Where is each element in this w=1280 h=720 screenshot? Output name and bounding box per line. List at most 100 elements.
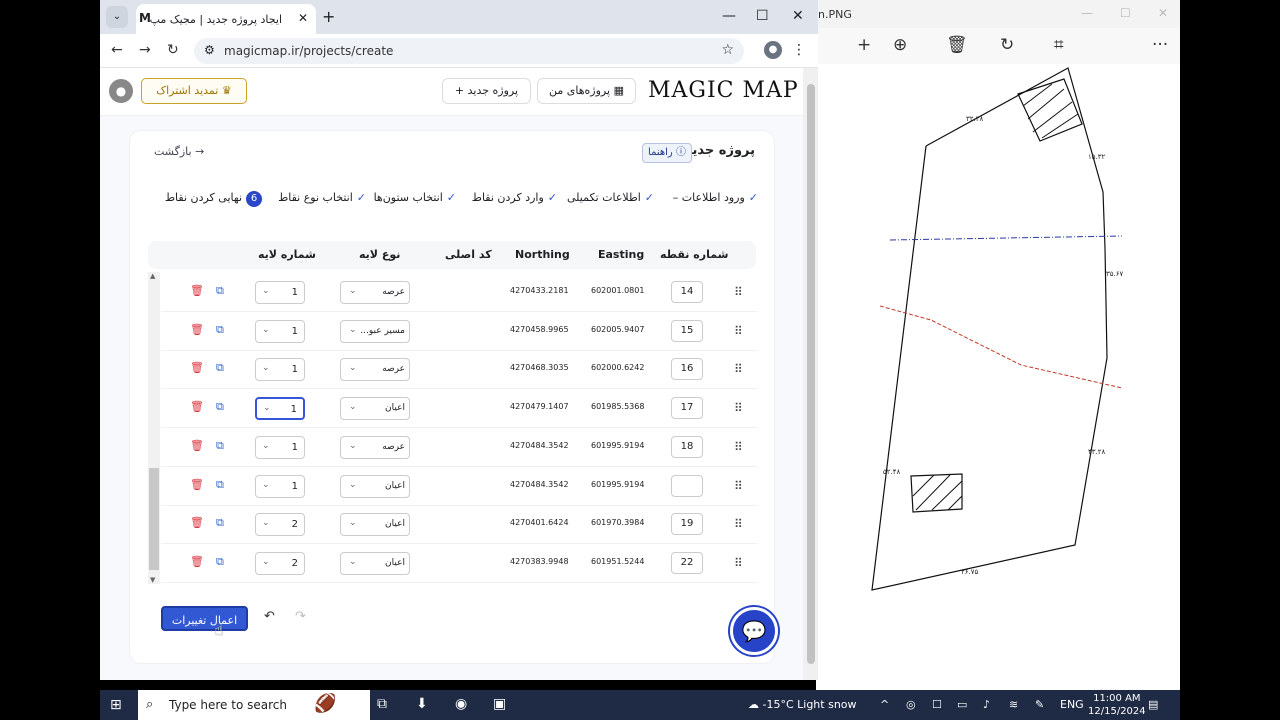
page-scroll-thumb[interactable] xyxy=(807,84,815,664)
delete-icon[interactable]: 🗑 xyxy=(946,36,968,54)
chat-support-button[interactable]: 💬 xyxy=(730,607,778,655)
delete-icon[interactable]: 🗑 xyxy=(190,323,204,336)
layer-number-select[interactable]: 1 ⌄ xyxy=(255,474,305,498)
scroll-up-icon[interactable]: ▲ xyxy=(150,272,155,280)
new-project-button[interactable]: + پروژه جدید xyxy=(442,78,531,104)
windows-start-icon[interactable]: ⊞ xyxy=(110,697,122,713)
profile-icon[interactable]: ● xyxy=(764,41,782,59)
point-number-input[interactable]: 14 xyxy=(671,281,703,303)
point-number-input[interactable]: 15 xyxy=(671,319,703,342)
tray-icon-2[interactable]: ☐ xyxy=(932,698,942,711)
layer-type-select[interactable]: اعیان ⌄ xyxy=(340,397,410,421)
layer-type-select[interactable]: اعیان ⌄ xyxy=(340,551,410,575)
point-number-input[interactable]: 19 xyxy=(671,513,703,536)
drag-handle-icon[interactable]: ⠿ xyxy=(734,362,743,376)
drag-handle-icon[interactable]: ⠿ xyxy=(734,324,743,338)
scroll-down-icon[interactable]: ▼ xyxy=(150,576,155,584)
delete-icon[interactable]: 🗑 xyxy=(190,284,204,297)
photos-close-button[interactable]: ✕ xyxy=(1158,6,1168,20)
magic-map-logo[interactable]: MAGIC MAP xyxy=(648,78,799,103)
copy-icon[interactable]: ⧉ xyxy=(216,323,224,337)
tray-icon-1[interactable]: ◎ xyxy=(906,698,916,711)
reload-icon[interactable]: ↻ xyxy=(167,42,179,58)
close-button[interactable]: ✕ xyxy=(792,8,804,24)
table-scrollbar[interactable]: ▲ ▼ xyxy=(148,272,160,584)
drag-handle-icon[interactable]: ⠿ xyxy=(734,479,743,493)
copy-icon[interactable]: ⧉ xyxy=(216,516,224,530)
photos-minimize-button[interactable]: — xyxy=(1081,6,1093,20)
back-arrow-icon[interactable]: ← xyxy=(111,42,123,58)
my-projects-button[interactable]: پروژه‌های من ▦ xyxy=(537,78,636,104)
drag-handle-icon[interactable]: ⠿ xyxy=(734,517,743,531)
minimize-button[interactable]: — xyxy=(722,8,736,24)
page-scrollbar[interactable] xyxy=(803,68,818,680)
site-info-icon[interactable]: ⚙ xyxy=(204,43,215,57)
layer-number-select[interactable]: 1 ⌄ xyxy=(255,397,305,421)
url-text[interactable]: magicmap.ir/projects/create xyxy=(224,44,393,58)
new-tab-icon[interactable]: + xyxy=(322,7,335,26)
tab-close-icon[interactable]: ✕ xyxy=(298,11,308,25)
layer-type-select[interactable]: اعیان ⌄ xyxy=(340,474,410,498)
drag-handle-icon[interactable]: ⠿ xyxy=(734,401,743,415)
add-icon[interactable]: + xyxy=(857,36,871,54)
layer-number-select[interactable]: 1 ⌄ xyxy=(255,358,305,382)
delete-icon[interactable]: 🗑 xyxy=(190,439,204,452)
weather-widget[interactable]: ☁ -15°C Light snow xyxy=(748,698,857,711)
wifi-icon[interactable]: ≋ xyxy=(1009,698,1018,711)
tray-chevron-icon[interactable]: ^ xyxy=(880,698,889,711)
layer-number-select[interactable]: 2 ⌄ xyxy=(255,513,305,537)
back-link[interactable]: بازگشت → xyxy=(154,145,204,158)
drag-handle-icon[interactable]: ⠿ xyxy=(734,440,743,454)
renew-subscription-button[interactable]: تمدید اشتراک ♛ xyxy=(141,78,247,104)
delete-icon[interactable]: 🗑 xyxy=(190,400,204,413)
point-number-input[interactable]: 17 xyxy=(671,397,703,420)
task-view-icon[interactable]: ⧉ xyxy=(377,696,387,712)
battery-icon[interactable]: ▭ xyxy=(957,698,967,711)
drag-handle-icon[interactable]: ⠿ xyxy=(734,285,743,299)
menu-kebab-icon[interactable]: ⋮ xyxy=(792,42,806,58)
omnibox[interactable]: ⚙ magicmap.ir/projects/create ☆ xyxy=(194,38,744,64)
layer-type-select[interactable]: عرصه ⌄ xyxy=(340,281,410,304)
chrome-icon[interactable]: ◉ xyxy=(455,696,467,712)
layer-number-select[interactable]: 1 ⌄ xyxy=(255,281,305,304)
layer-type-select[interactable]: عرصه ⌄ xyxy=(340,435,410,459)
apply-changes-button[interactable]: اعمال تغییرات xyxy=(161,606,248,631)
point-number-input[interactable]: 18 xyxy=(671,435,703,458)
table-scroll-thumb[interactable] xyxy=(149,468,159,570)
zoom-in-icon[interactable]: ⊕ xyxy=(893,36,907,54)
more-icon[interactable]: ··· xyxy=(1152,36,1168,54)
app-icon[interactable]: ⬇ xyxy=(416,696,428,712)
copy-icon[interactable]: ⧉ xyxy=(216,361,224,375)
rotate-icon[interactable]: ↻ xyxy=(1000,36,1014,54)
undo-icon[interactable]: ↶ xyxy=(264,609,275,624)
user-avatar[interactable]: ● xyxy=(109,79,133,103)
delete-icon[interactable]: 🗑 xyxy=(190,555,204,568)
redo-icon[interactable]: ↷ xyxy=(295,609,306,624)
delete-icon[interactable]: 🗑 xyxy=(190,361,204,374)
layer-number-select[interactable]: 1 ⌄ xyxy=(255,435,305,459)
point-number-input[interactable]: 22 xyxy=(671,551,703,574)
notifications-icon[interactable]: ▤ xyxy=(1148,698,1158,711)
delete-icon[interactable]: 🗑 xyxy=(190,516,204,529)
language-indicator[interactable]: ENG xyxy=(1060,698,1084,711)
taskbar-search-box[interactable]: ⌕ Type here to search 🏈 xyxy=(138,690,370,720)
bookmark-star-icon[interactable]: ☆ xyxy=(721,42,734,58)
layer-type-select[interactable]: اعیان ⌄ xyxy=(340,513,410,537)
copy-icon[interactable]: ⧉ xyxy=(216,439,224,453)
point-number-input[interactable]: 16 xyxy=(671,358,703,381)
point-number-input[interactable] xyxy=(671,474,703,497)
layer-type-select[interactable]: عرصه ⌄ xyxy=(340,358,410,382)
layer-number-select[interactable]: 1 ⌄ xyxy=(255,319,305,343)
layer-number-select[interactable]: 2 ⌄ xyxy=(255,551,305,575)
layer-type-select[interactable]: مسیر عبو... ⌄ xyxy=(340,319,410,343)
delete-icon[interactable]: 🗑 xyxy=(190,478,204,491)
photos-maximize-button[interactable]: ☐ xyxy=(1120,6,1131,20)
copy-icon[interactable]: ⧉ xyxy=(216,400,224,414)
drag-handle-icon[interactable]: ⠿ xyxy=(734,556,743,570)
tab-create-project[interactable]: M ایجاد پروژه جدید | مجیک مپ ✕ xyxy=(136,4,316,34)
copy-icon[interactable]: ⧉ xyxy=(216,284,224,298)
tab-search-icon[interactable]: ⌄ xyxy=(106,6,128,28)
maximize-button[interactable]: ☐ xyxy=(756,8,769,24)
pen-icon[interactable]: ✎ xyxy=(1035,698,1044,711)
clock[interactable]: 11:00 AM 12/15/2024 xyxy=(1088,692,1146,718)
